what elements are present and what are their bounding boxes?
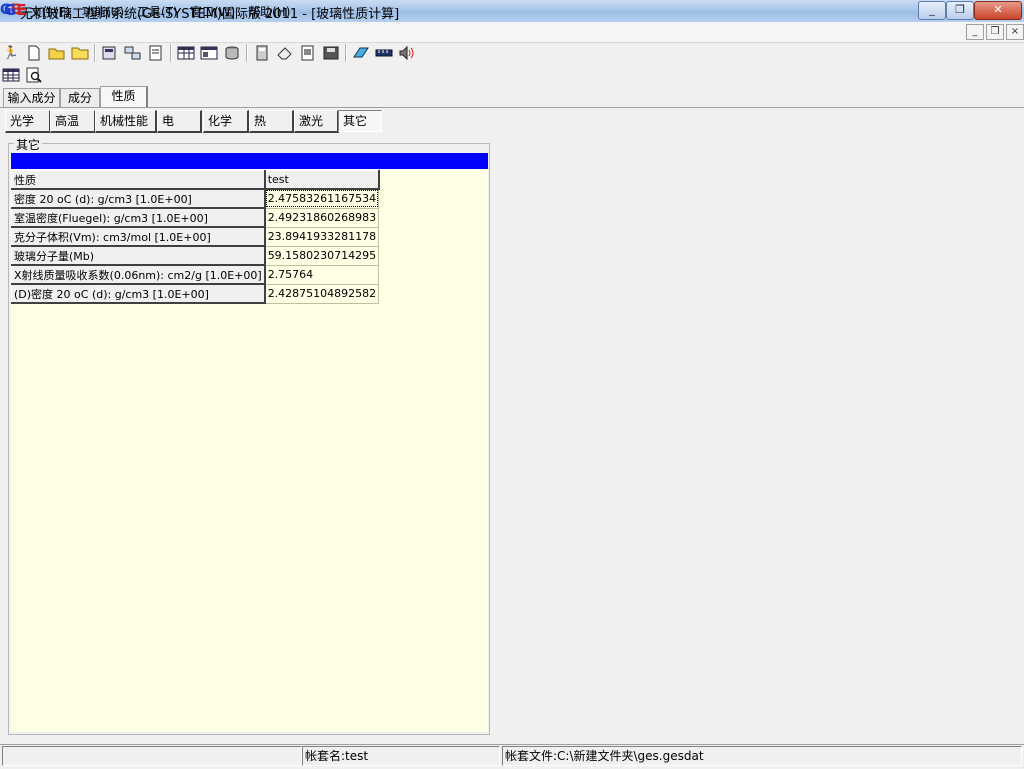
value-cell[interactable]: 2.75764 xyxy=(264,265,380,285)
eraser-icon[interactable] xyxy=(276,44,294,62)
calc-icon[interactable] xyxy=(101,44,119,62)
group-title: 其它 xyxy=(14,136,43,153)
row-header[interactable]: (D)密度 20 oC (d): g/cm3 [1.0E+00] xyxy=(10,283,266,304)
subtab-laser[interactable]: 激光 xyxy=(294,110,339,133)
toolbar-row-2 xyxy=(2,66,43,84)
subtab-electrical[interactable]: 电 xyxy=(157,110,202,133)
toolbar-separator xyxy=(246,44,248,62)
menu-help[interactable]: 帮助(H) xyxy=(248,3,290,20)
table-row: 克分子体积(Vm): cm3/mol [1.0E+00] 23.89419332… xyxy=(10,226,380,247)
menu-tools[interactable]: 工具(T) xyxy=(137,3,178,20)
book-icon[interactable] xyxy=(352,44,370,62)
subtab-other[interactable]: 其它 xyxy=(338,110,382,132)
tab-composition[interactable]: 成分 xyxy=(60,88,100,108)
row-header[interactable]: 密度 20 oC (d): g/cm3 [1.0E+00] xyxy=(10,188,266,209)
folder-icon[interactable] xyxy=(71,44,89,62)
subtab-thermal[interactable]: 热 xyxy=(249,110,294,133)
table-row: 室温密度(Fluegel): g/cm3 [1.0E+00] 2.4923186… xyxy=(10,207,380,228)
table-row: 玻璃分子量(Mb) 59.1580230714295 xyxy=(10,245,380,266)
toolbar-separator xyxy=(94,44,96,62)
tab-divider xyxy=(0,107,1024,108)
subtab-high-temp[interactable]: 高温 xyxy=(50,110,96,133)
minimize-button[interactable]: _ xyxy=(918,1,946,20)
value-cell[interactable]: 2.42875104892582 xyxy=(264,284,380,304)
open-folder-icon[interactable] xyxy=(48,44,66,62)
mdi-minimize-button[interactable]: _ xyxy=(966,24,984,40)
spreadsheet-icon[interactable] xyxy=(2,66,20,84)
grid-header-bar xyxy=(11,153,488,169)
print-preview-icon[interactable] xyxy=(147,44,165,62)
database-icon[interactable] xyxy=(223,44,241,62)
menu-logo-icon: GE xyxy=(4,1,27,19)
menu-window[interactable]: 窗口(W) xyxy=(190,3,235,20)
value-cell[interactable]: 23.8941933281178 xyxy=(264,227,380,247)
ruler-icon[interactable] xyxy=(375,44,393,62)
toolbar-separator xyxy=(170,44,172,62)
value-cell[interactable]: 2.47583261167534 xyxy=(264,189,380,209)
calculator-icon[interactable] xyxy=(253,44,271,62)
status-panel-1 xyxy=(2,746,302,766)
subtab-mechanical[interactable]: 机械性能 xyxy=(95,110,157,133)
run-icon[interactable]: 🏃 xyxy=(2,44,20,62)
row-header[interactable]: 玻璃分子量(Mb) xyxy=(10,245,266,266)
mdi-restore-button[interactable]: ❐ xyxy=(986,24,1004,40)
menu-bar xyxy=(0,22,1024,43)
value-cell[interactable]: 59.1580230714295 xyxy=(264,246,380,266)
subtab-optics[interactable]: 光学 xyxy=(5,110,51,133)
table-row: (D)密度 20 oC (d): g/cm3 [1.0E+00] 2.42875… xyxy=(10,283,380,304)
mdi-close-button[interactable]: × xyxy=(1006,24,1024,40)
menu-function[interactable]: 功能(U) xyxy=(82,3,124,20)
subtab-chemical[interactable]: 化学 xyxy=(203,110,249,133)
speaker-icon[interactable] xyxy=(398,44,416,62)
value-cell[interactable]: 2.49231860268983 xyxy=(264,208,380,228)
grid-icon[interactable] xyxy=(200,44,218,62)
toolbar-separator xyxy=(345,44,347,62)
network-icon[interactable] xyxy=(124,44,142,62)
toolbar-row-1: 🏃 xyxy=(2,44,416,62)
disk-icon[interactable] xyxy=(322,44,340,62)
column-header-test[interactable]: test xyxy=(264,170,380,190)
tab-input-composition[interactable]: 输入成分 xyxy=(3,88,60,108)
row-header[interactable]: 克分子体积(Vm): cm3/mol [1.0E+00] xyxy=(10,226,266,247)
menu-file[interactable]: 文件(F) xyxy=(30,3,70,20)
column-header-property[interactable]: 性质 xyxy=(10,170,266,190)
status-account-name: 帐套名:test xyxy=(302,746,500,766)
restore-button[interactable]: ❐ xyxy=(946,1,974,20)
table-header-row: 性质 test xyxy=(10,170,380,190)
new-file-icon[interactable] xyxy=(25,44,43,62)
row-header[interactable]: 室温密度(Fluegel): g/cm3 [1.0E+00] xyxy=(10,207,266,228)
table-row: 密度 20 oC (d): g/cm3 [1.0E+00] 2.47583261… xyxy=(10,188,380,209)
preview-icon[interactable] xyxy=(25,66,43,84)
table-icon[interactable] xyxy=(177,44,195,62)
property-table: 性质 test 密度 20 oC (d): g/cm3 [1.0E+00] 2.… xyxy=(10,170,380,304)
close-button[interactable]: ✕ xyxy=(974,1,1022,20)
status-account-file: 帐套文件:C:\新建文件夹\ges.gesdat xyxy=(502,746,1022,766)
tab-properties[interactable]: 性质 xyxy=(100,86,148,108)
table-row: X射线质量吸收系数(0.06nm): cm2/g [1.0E+00] 2.757… xyxy=(10,264,380,285)
row-header[interactable]: X射线质量吸收系数(0.06nm): cm2/g [1.0E+00] xyxy=(10,264,266,285)
document-icon[interactable] xyxy=(299,44,317,62)
